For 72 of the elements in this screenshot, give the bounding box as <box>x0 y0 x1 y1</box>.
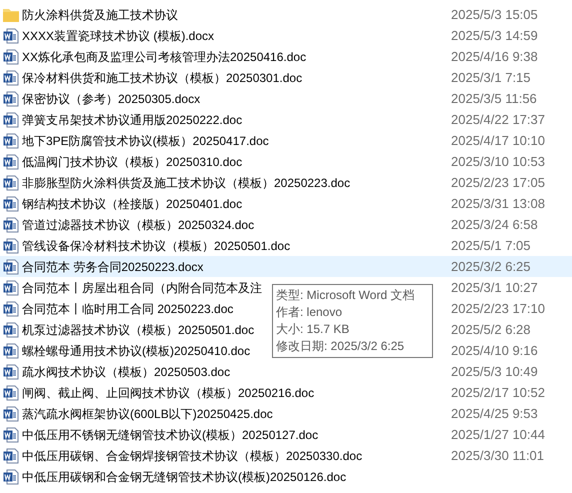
word-document-icon <box>3 342 19 358</box>
word-document-icon <box>3 196 19 212</box>
file-name[interactable]: 中低压用不锈钢无缝钢管技术协议(模板）20250127.doc <box>22 426 318 444</box>
modified-date: 2025/5/2 6:28 <box>451 320 532 339</box>
word-document-icon <box>3 406 19 422</box>
modified-date: 2025/2/17 10:52 <box>451 384 546 402</box>
modified-date: 2025/3/2 6:25 <box>451 258 532 276</box>
word-document-icon <box>3 468 19 484</box>
file-name[interactable]: 保密协议（参考）20250305.docx <box>22 90 200 108</box>
modified-date: 2025/3/1 7:15 <box>451 68 532 87</box>
file-name[interactable]: 保冷材料供货和施工技术协议（模板）20250301.doc <box>22 68 302 86</box>
word-document-icon <box>3 48 19 64</box>
modified-date: 2025/4/25 9:53 <box>451 404 539 423</box>
modified-date: 2025/3/1 10:27 <box>451 278 539 297</box>
file-name[interactable]: 非膨胀型防火涂料供货及施工技术协议（模板）20250223.doc <box>22 174 350 192</box>
tooltip-line: 类型: Microsoft Word 文档 <box>276 287 416 304</box>
modified-date: 2025/3/31 13:08 <box>451 194 546 213</box>
tooltip-line: 修改日期: 2025/3/2 6:25 <box>276 338 406 355</box>
word-document-icon <box>3 174 19 190</box>
word-document-icon <box>3 364 19 380</box>
file-name[interactable]: 中低压用碳钢和合金钢无缝钢管技术协议(模板)20250126.doc <box>22 468 346 486</box>
modified-date: 2025/1/27 10:44 <box>451 426 546 444</box>
word-document-icon <box>3 154 19 170</box>
modified-date: 2025/2/23 17:05 <box>451 174 546 192</box>
file-name[interactable]: 钢结构技术协议（栓接版）20250401.doc <box>22 194 242 212</box>
word-document-icon <box>3 300 19 316</box>
word-document-icon <box>3 216 19 232</box>
file-name[interactable]: XXXX装置瓷球技术协议 (模板).docx <box>22 26 214 44</box>
file-name[interactable]: 闸阀、截止阀、止回阀技术协议（模板）20250216.doc <box>22 384 314 402</box>
file-name[interactable]: 中低压用碳钢、合金钢焊接钢管技术协议（模板）20250330.doc <box>22 446 362 464</box>
word-document-icon <box>3 258 19 274</box>
file-name[interactable]: 合同范本 劳务合同20250223.docx <box>22 258 204 276</box>
modified-date: 2025/5/3 10:49 <box>451 362 539 381</box>
modified-date: 2025/5/3 14:59 <box>451 26 539 45</box>
file-name[interactable]: 地下3PE防腐管技术协议(模板）20250417.doc <box>22 132 269 150</box>
word-document-icon <box>3 112 19 128</box>
word-document-icon <box>3 70 19 86</box>
modified-date: 2025/4/16 9:38 <box>451 48 539 66</box>
file-name[interactable]: 管线设备保冷材料技术协议（模板）20250501.doc <box>22 236 290 254</box>
folder-icon <box>3 8 19 22</box>
tooltip-line: 作者: lenovo <box>276 304 344 321</box>
file-name[interactable]: 防火涂料供货及施工技术协议 <box>22 6 178 24</box>
word-document-icon <box>3 322 19 338</box>
file-name[interactable]: 螺栓螺母通用技术协议(模板)20250410.doc <box>22 342 250 360</box>
modified-date: 2025/4/17 10:10 <box>451 132 546 150</box>
word-document-icon <box>3 28 19 44</box>
word-document-icon <box>3 90 19 106</box>
modified-date: 2025/3/24 6:58 <box>451 216 539 234</box>
word-document-icon <box>3 280 19 296</box>
tooltip-line: 大小: 15.7 KB <box>276 321 350 338</box>
modified-date: 2025/5/3 15:05 <box>451 6 539 24</box>
file-name[interactable]: 疏水阀技术协议（模板）20250503.doc <box>22 362 230 380</box>
modified-date: 2025/3/5 11:56 <box>451 90 538 108</box>
modified-date: 2025/4/22 17:37 <box>451 110 546 129</box>
file-name[interactable]: 低温阀门技术协议（模板）20250310.doc <box>22 152 242 170</box>
word-document-icon <box>3 426 19 442</box>
word-document-icon <box>3 132 19 148</box>
modified-date: 2025/5/1 7:05 <box>451 236 532 255</box>
file-name[interactable]: 机泵过滤器技术协议（模板）20250501.doc <box>22 320 254 338</box>
word-document-icon <box>3 238 19 254</box>
file-name[interactable]: 管道过滤器技术协议（模板）20250324.doc <box>22 216 254 234</box>
modified-date: 2025/2/23 17:10 <box>451 300 546 318</box>
modified-date: 2025/4/10 9:16 <box>451 342 539 360</box>
modified-date: 2025/3/10 10:53 <box>451 152 546 171</box>
file-name[interactable]: 弹簧支吊架技术协议通用版20250222.doc <box>22 110 242 128</box>
file-name[interactable]: XX炼化承包商及监理公司考核管理办法20250416.doc <box>22 48 306 66</box>
file-name[interactable]: 合同范本丨房屋出租合同（内附合同范本及注 <box>22 278 262 296</box>
file-name[interactable]: 合同范本丨临时用工合同 20250223.doc <box>22 300 234 318</box>
word-document-icon <box>3 448 19 464</box>
file-name[interactable]: 蒸汽疏水阀框架协议(600LB以下)20250425.doc <box>22 404 273 422</box>
modified-date: 2025/3/30 11:01 <box>451 446 546 465</box>
word-document-icon <box>3 384 19 400</box>
